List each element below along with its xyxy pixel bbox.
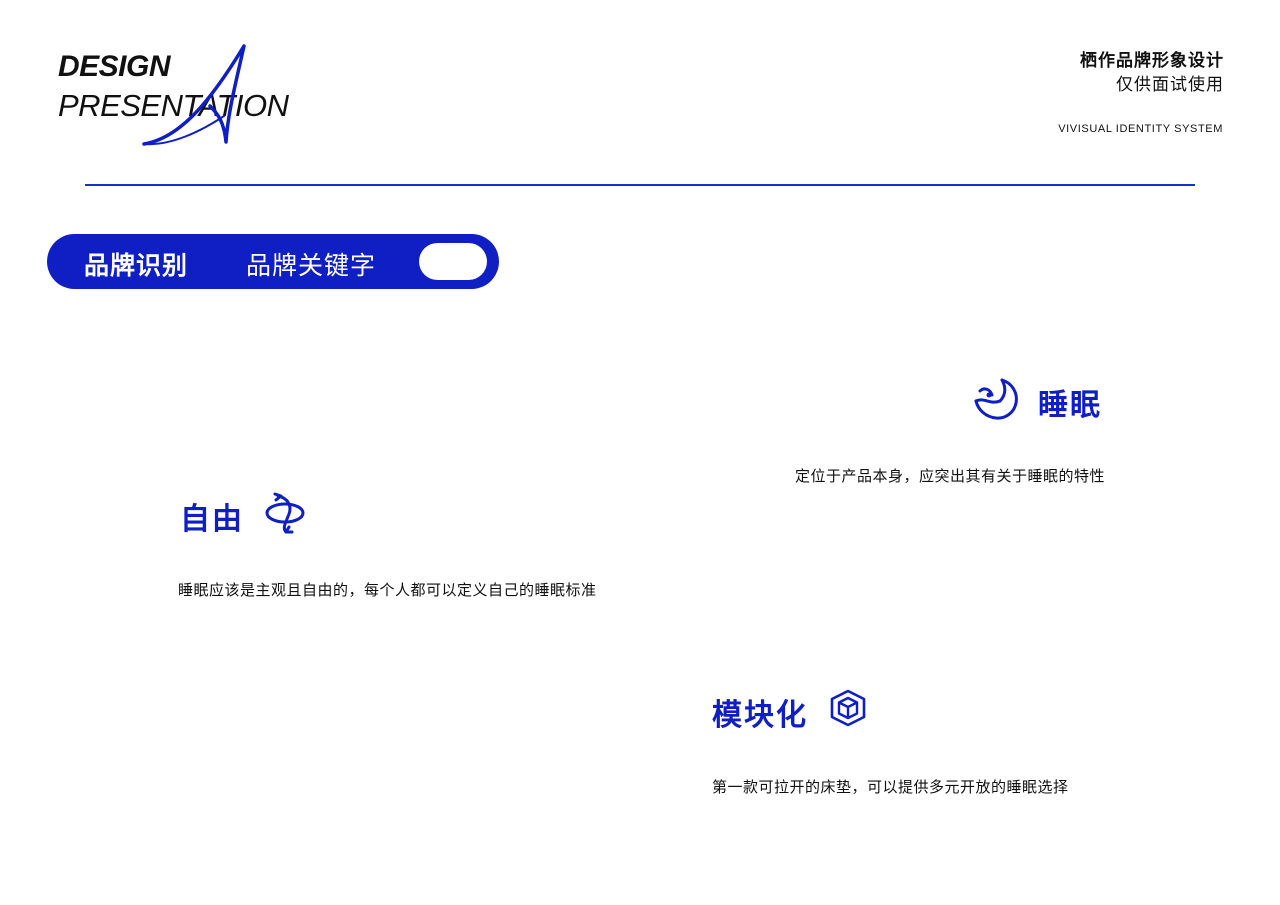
logo-a-mark-icon <box>142 44 246 146</box>
system-label: VIVISUAL IDENTITY SYSTEM <box>1058 123 1223 135</box>
brand-title: 栖作品牌形象设计 <box>1080 51 1224 71</box>
keyword-modular-title: 模块化 <box>712 698 808 733</box>
cube-icon <box>830 689 866 727</box>
keyword-free-desc: 睡眠应该是主观且自由的，每个人都可以定义自己的睡眠标准 <box>178 581 597 599</box>
keyword-modular-desc: 第一款可拉开的床垫，可以提供多元开放的睡眠选择 <box>712 778 1069 796</box>
brand-subtitle: 仅供面试使用 <box>1116 75 1224 95</box>
keyword-free-title: 自由 <box>180 502 244 537</box>
keyword-sleep-desc: 定位于产品本身，应突出其有关于睡眠的特性 <box>794 467 1105 485</box>
section-tag-knob <box>419 243 487 280</box>
moon-sleep-icon <box>974 378 1018 420</box>
header-divider <box>85 184 1195 186</box>
keyword-sleep-title: 睡眠 <box>1038 388 1102 423</box>
section-tag-primary: 品牌识别 <box>84 251 189 280</box>
section-tag-secondary: 品牌关键字 <box>246 251 377 280</box>
orbit-arrows-icon <box>265 492 305 534</box>
